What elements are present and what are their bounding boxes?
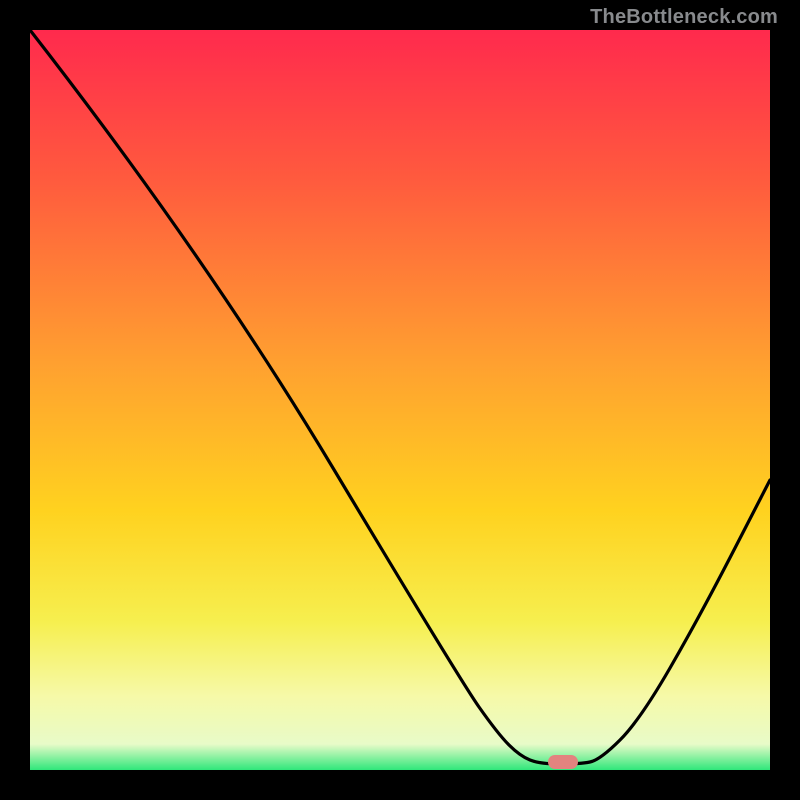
watermark-text: TheBottleneck.com: [590, 6, 778, 29]
chart-svg: [0, 0, 800, 800]
chart-container: TheBottleneck.com: [0, 0, 800, 800]
plot-area: [30, 30, 770, 770]
optimal-marker: [548, 755, 578, 769]
